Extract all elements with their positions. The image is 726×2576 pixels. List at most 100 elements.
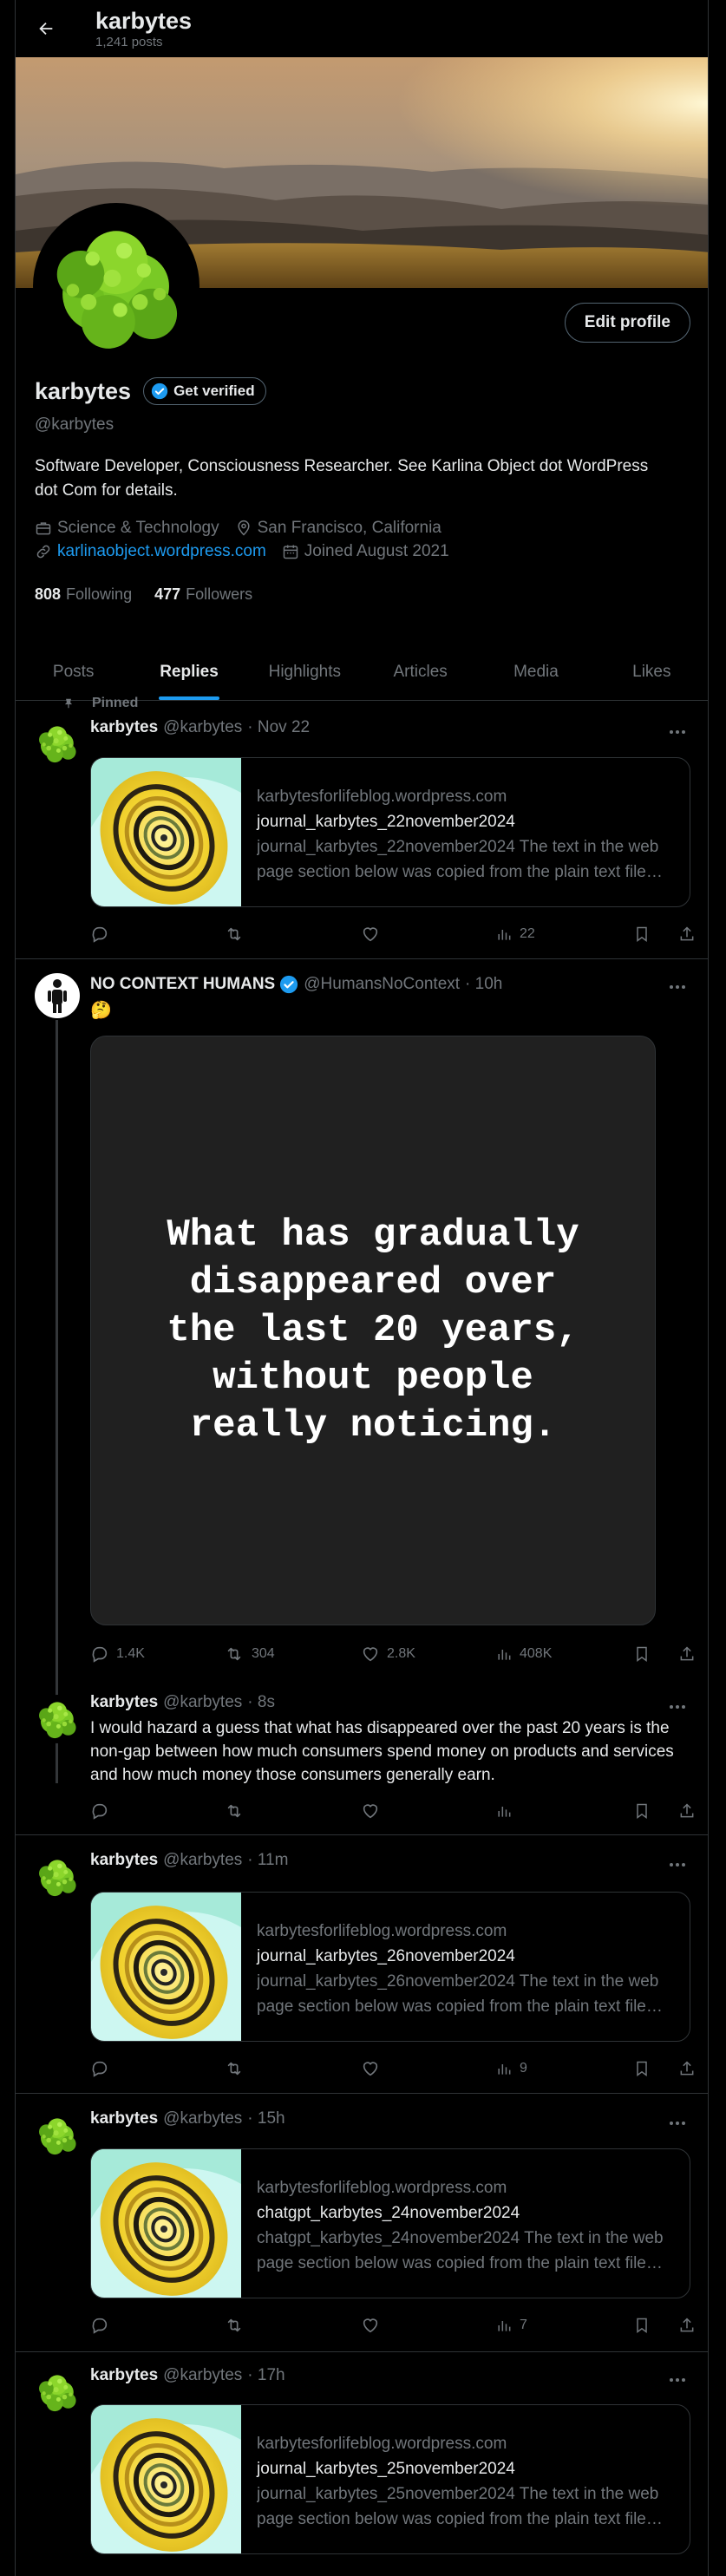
post-author-name[interactable]: NO CONTEXT HUMANS — [90, 975, 275, 994]
views-button[interactable]: 408K — [495, 1645, 552, 1663]
like-button[interactable] — [361, 2316, 380, 2335]
link-card-description: journal_karbytes_25november2024 The text… — [257, 2485, 659, 2528]
link-card[interactable]: karbytesforlifeblog.wordpress.com journa… — [90, 2404, 690, 2554]
reply-button[interactable] — [90, 2316, 109, 2335]
post[interactable]: karbytes @karbytes · 15h karbytesforlife… — [16, 2094, 708, 2352]
reply-button[interactable] — [90, 925, 109, 944]
heart-icon — [363, 1804, 378, 1819]
share-button[interactable] — [678, 1644, 696, 1664]
views-count: 22 — [520, 926, 535, 941]
post-author-handle[interactable]: @karbytes — [163, 2109, 242, 2128]
more-options-icon[interactable] — [664, 2371, 690, 2389]
post-author-handle[interactable]: @karbytes — [163, 1851, 242, 1870]
link-card[interactable]: karbytesforlifeblog.wordpress.com journa… — [90, 757, 690, 907]
post-avatar[interactable] — [33, 2111, 82, 2160]
post-author-name[interactable]: karbytes — [90, 2366, 158, 2385]
followers-link[interactable]: 477 Followers — [154, 585, 252, 604]
link-card-text: karbytesforlifeblog.wordpress.com journa… — [241, 2405, 690, 2553]
post-author-name[interactable]: karbytes — [90, 2109, 158, 2128]
share-button[interactable] — [678, 925, 696, 944]
post[interactable]: karbytes @karbytes · 17h karbytesforlife… — [16, 2352, 708, 2576]
repost-button[interactable]: 304 — [224, 1644, 275, 1664]
bookmark-button[interactable] — [633, 1644, 651, 1664]
briefcase-icon — [36, 522, 51, 535]
verified-badge-icon — [280, 975, 298, 994]
verified-badge-icon — [151, 382, 168, 400]
repost-button[interactable] — [224, 1801, 245, 1821]
more-options-icon[interactable] — [664, 2115, 690, 2132]
profile-avatar[interactable] — [33, 203, 199, 369]
bookmark-button[interactable] — [633, 925, 651, 944]
post-author-handle[interactable]: @karbytes — [163, 718, 242, 737]
location-pin-icon — [238, 520, 250, 536]
views-button[interactable]: 9 — [495, 2060, 527, 2077]
post-time[interactable]: · 8s — [247, 1693, 275, 1712]
bookmark-button[interactable] — [633, 1801, 651, 1821]
share-button[interactable] — [678, 1801, 696, 1821]
post-author-name[interactable]: karbytes — [90, 1851, 158, 1870]
get-verified-button[interactable]: Get verified — [143, 377, 266, 405]
link-card[interactable]: karbytesforlifeblog.wordpress.com chatgp… — [90, 2148, 690, 2298]
reply-button[interactable] — [90, 1801, 109, 1821]
post[interactable]: karbytes @karbytes · 11m karbytesforlife… — [16, 1835, 708, 2094]
pinned-indicator: Pinned — [62, 696, 138, 711]
post-avatar[interactable] — [33, 1853, 82, 1901]
bookmark-button[interactable] — [633, 2316, 651, 2335]
repost-button[interactable] — [224, 2316, 245, 2335]
following-link[interactable]: 808 Following — [35, 585, 132, 604]
reply-button[interactable]: 1.4K — [90, 1644, 145, 1664]
more-options-icon[interactable] — [664, 978, 690, 996]
post-avatar[interactable] — [33, 1695, 82, 1743]
post-author-name[interactable]: karbytes — [90, 1693, 158, 1712]
like-button[interactable]: 2.8K — [361, 1644, 415, 1664]
share-button[interactable] — [678, 2059, 696, 2078]
profile-info: Edit profile karbytes Get verified @karb… — [16, 203, 708, 742]
reply-icon — [92, 2318, 108, 2334]
header-title: karbytes — [95, 8, 193, 34]
post-author-name[interactable]: karbytes — [90, 718, 158, 737]
post-time[interactable]: · Nov 22 — [247, 718, 310, 737]
post-header: NO CONTEXT HUMANS @HumansNoContext · 10h — [90, 975, 502, 994]
top-bar-titles: karbytes 1,241 posts — [95, 7, 192, 50]
post-author-handle[interactable]: @HumansNoContext — [304, 975, 460, 994]
profile-page: karbytes 1,241 posts Edit profile karbyt… — [15, 0, 709, 2576]
repost-button[interactable] — [224, 2059, 245, 2078]
post-time[interactable]: · 17h — [247, 2366, 285, 2385]
like-button[interactable] — [361, 2059, 380, 2078]
more-options-icon[interactable] — [664, 723, 690, 741]
bookmark-button[interactable] — [633, 2059, 651, 2078]
views-button[interactable] — [495, 1802, 513, 1820]
post-avatar-humans[interactable] — [33, 971, 82, 1020]
back-arrow-icon[interactable] — [33, 16, 59, 42]
more-options-icon[interactable] — [664, 1698, 690, 1716]
post-header: karbytes @karbytes · 17h — [90, 2366, 285, 2385]
profile-name: karbytes — [35, 377, 132, 404]
repost-icon — [227, 927, 241, 941]
post-time[interactable]: · 11m — [247, 1851, 288, 1870]
profile-website-link[interactable]: karlinaobject.wordpress.com — [57, 542, 266, 561]
more-options-icon[interactable] — [664, 1856, 690, 1873]
repost-button[interactable] — [224, 925, 245, 944]
profile-website[interactable]: karlinaobject.wordpress.com — [35, 542, 266, 561]
post-image[interactable]: What has gradually disappeared over the … — [90, 1036, 656, 1625]
like-button[interactable] — [361, 925, 380, 944]
post-avatar[interactable] — [33, 719, 82, 768]
pinned-post[interactable]: Pinned karbytes @karbytes · Nov 22 karby… — [16, 685, 708, 959]
like-button[interactable] — [361, 1801, 380, 1821]
link-card[interactable]: karbytesforlifeblog.wordpress.com journa… — [90, 1892, 690, 2042]
edit-profile-button[interactable]: Edit profile — [564, 303, 690, 343]
post-author-handle[interactable]: @karbytes — [163, 2366, 242, 2385]
share-button[interactable] — [678, 2316, 696, 2335]
views-count: 408K — [520, 1646, 553, 1661]
thread: NO CONTEXT HUMANS @HumansNoContext · 10h… — [16, 959, 708, 1835]
post-author-handle[interactable]: @karbytes — [163, 1693, 242, 1712]
header-post-count: 1,241 posts — [95, 35, 163, 49]
post-avatar[interactable] — [33, 2368, 82, 2416]
followers-count: 477 — [154, 585, 181, 603]
post-time[interactable]: · 10h — [465, 975, 502, 994]
post-time[interactable]: · 15h — [247, 2109, 285, 2128]
views-button[interactable]: 22 — [495, 925, 535, 943]
reply-button[interactable] — [90, 2059, 109, 2078]
link-card-domain: karbytesforlifeblog.wordpress.com — [257, 1922, 507, 1940]
views-button[interactable]: 7 — [495, 2317, 527, 2334]
